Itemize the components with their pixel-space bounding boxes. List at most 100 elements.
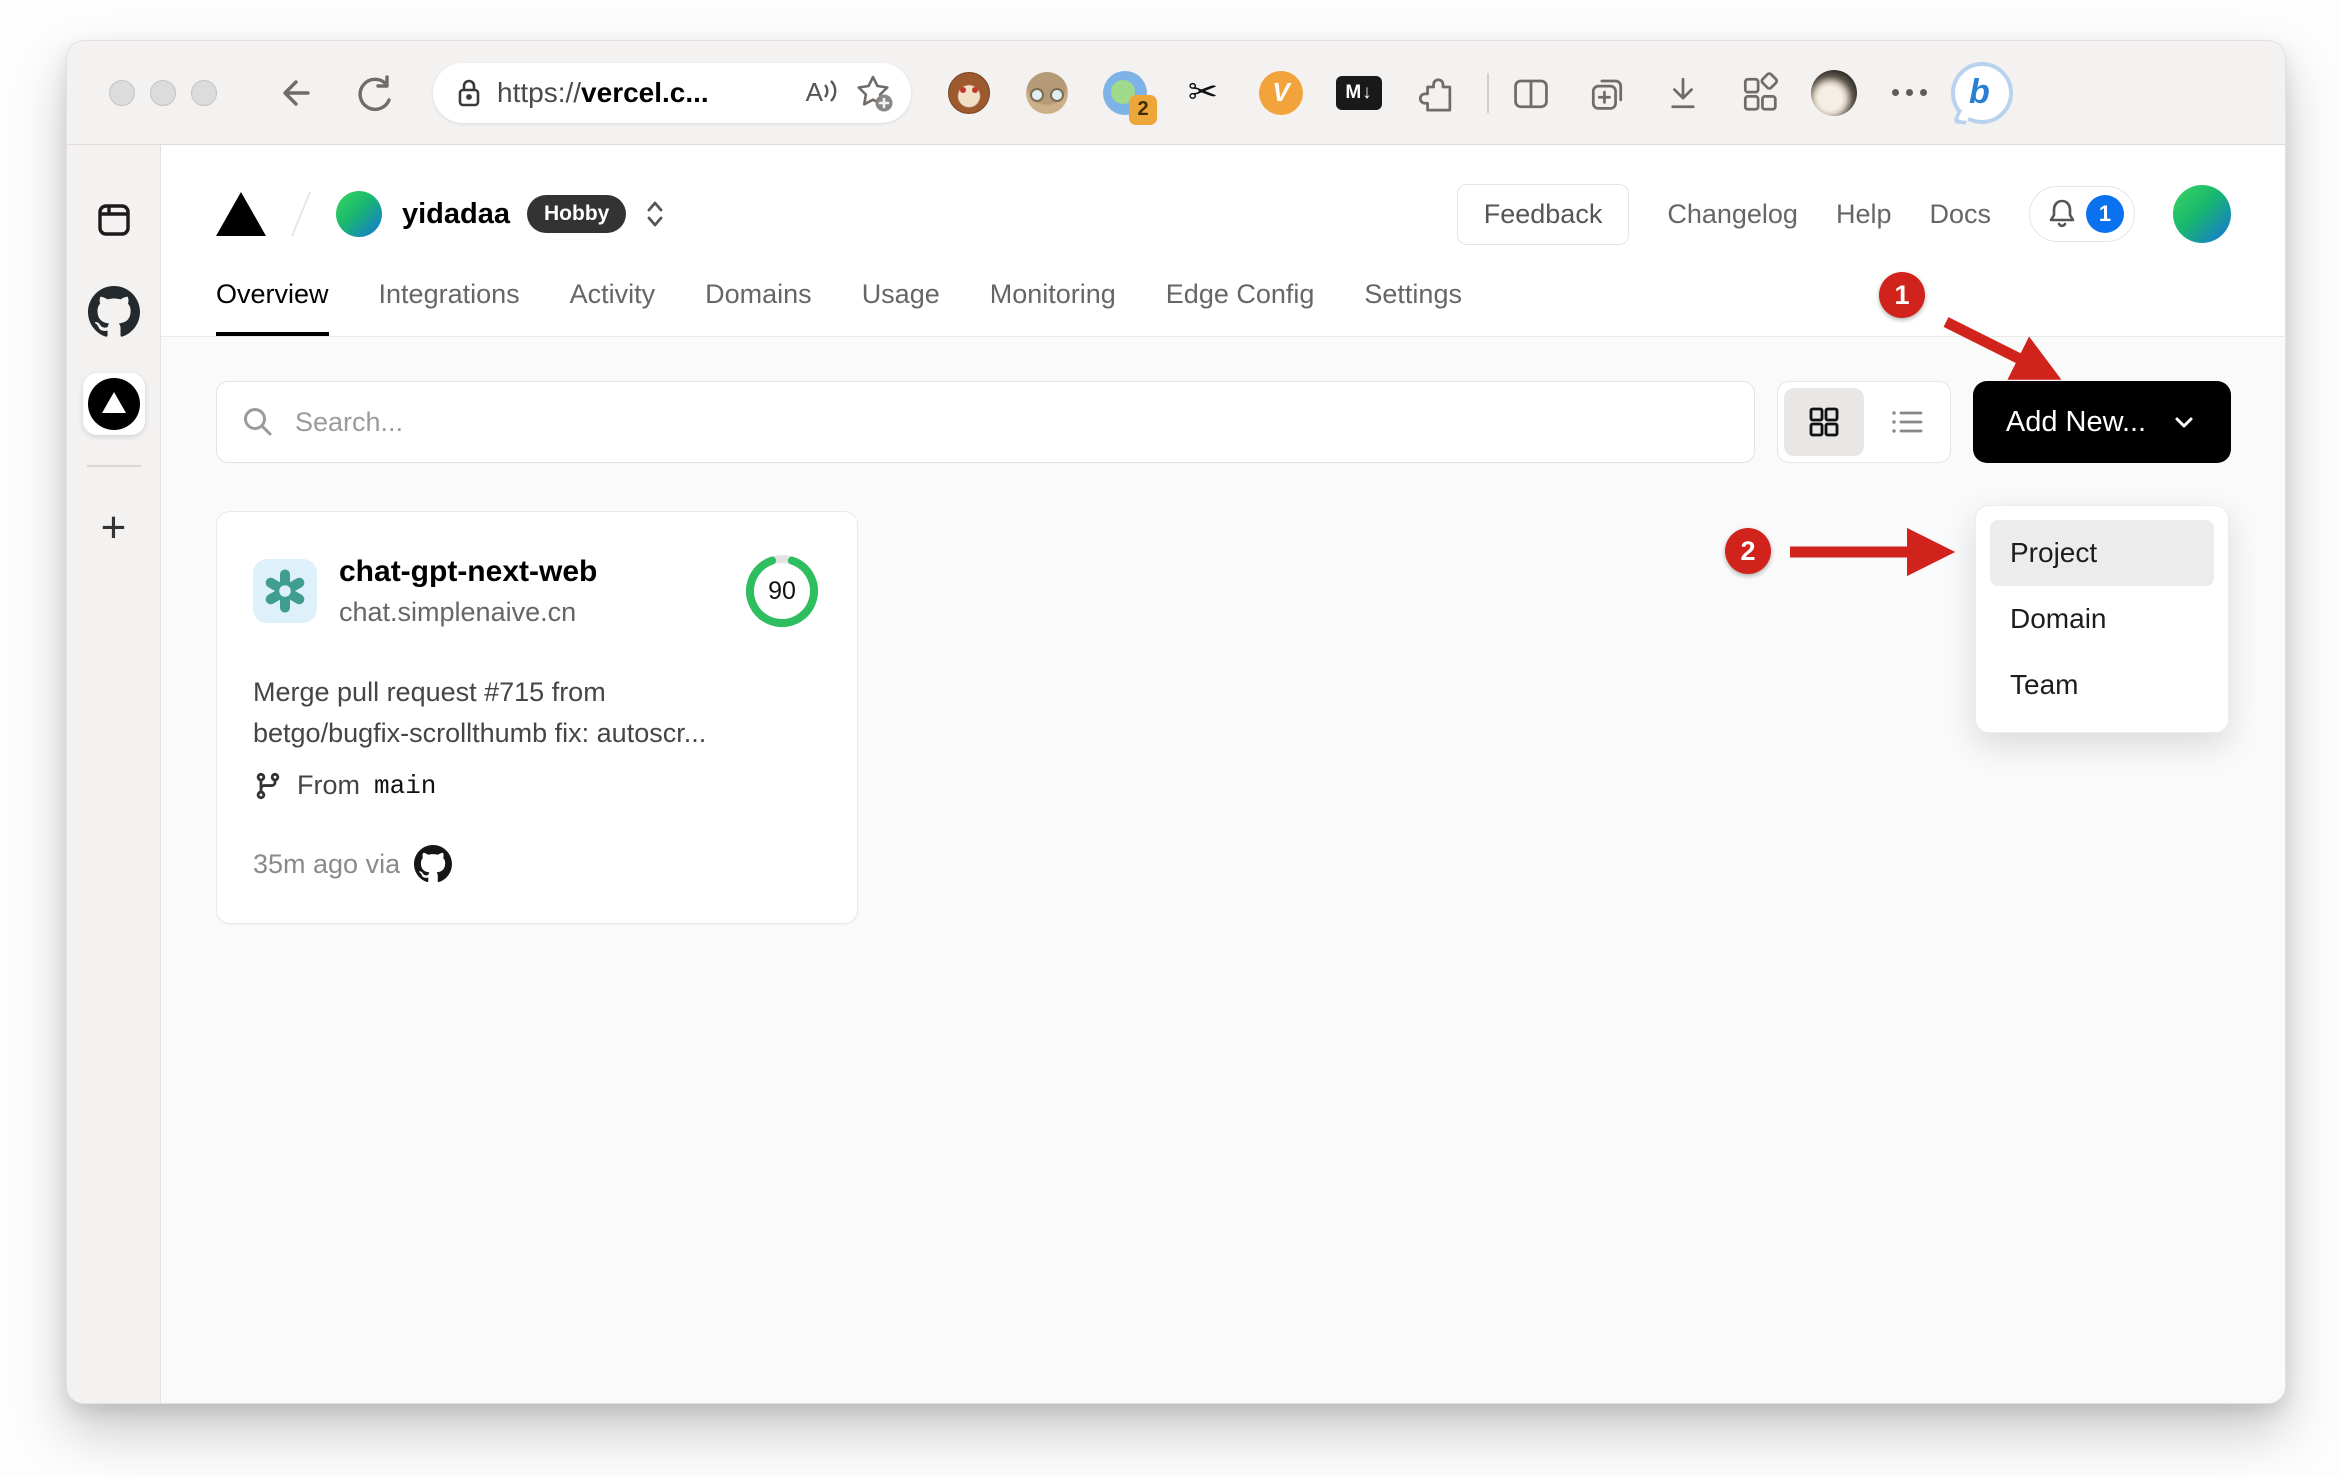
add-new-button[interactable]: Add New... [1973,381,2231,463]
reload-button[interactable] [349,69,397,117]
markdown-extension-icon[interactable]: M↓ [1335,69,1383,117]
monkey-face-icon [948,71,990,114]
browser-actions [1507,69,1933,117]
translate-extension-icon[interactable]: 2 [1101,69,1157,125]
add-new-dropdown-menu: Project Domain Team [1975,505,2229,733]
team-scope-switcher[interactable]: yidadaa Hobby [336,191,668,237]
header-actions: Feedback Changelog Help Docs 1 [1456,183,2231,245]
desktop: https://vercel.c... A 2 ✂ V M↓ b + yidad… [0,0,2342,1476]
scope-switcher-chevrons-icon [642,197,668,231]
tab-usage[interactable]: Usage [862,279,940,336]
browser-body: + yidadaa Hobby Feedback Changelog Help … [67,145,2285,1403]
menu-item-domain[interactable]: Domain [1990,586,2214,652]
bing-chat-button[interactable]: b [1949,60,2015,126]
feedback-button[interactable]: Feedback [1456,183,1630,245]
back-arrow-icon [283,79,310,106]
toolbar-divider [1487,72,1489,113]
header-top-row: yidadaa Hobby Feedback Changelog Help Do… [216,177,2231,251]
deploy-meta-row: 35m ago via [253,845,821,883]
list-view-button[interactable] [1870,388,1944,456]
branch-row: From main [253,770,821,801]
minimize-window-button[interactable] [150,79,176,106]
tab-settings[interactable]: Settings [1364,279,1462,336]
tab-panel-toggle-button[interactable] [83,189,145,251]
tab-github[interactable] [83,281,145,343]
tab-integrations[interactable]: Integrations [379,279,520,336]
monkey-extension-icon[interactable] [945,69,993,117]
search-icon [244,408,272,436]
git-branch-icon [256,772,280,799]
puzzle-icon [1418,77,1452,112]
profile-avatar[interactable] [1811,69,1857,116]
vertical-tab-bar: + [67,145,161,1403]
read-aloud-icon[interactable]: A [806,77,839,108]
tab-monitoring[interactable]: Monitoring [990,279,1116,336]
new-tab-button[interactable]: + [83,497,145,559]
from-label: From [297,770,360,800]
close-window-button[interactable] [109,79,135,106]
tab-vercel-active[interactable] [82,373,145,435]
menu-item-project[interactable]: Project [1990,520,2214,586]
more-menu-button[interactable] [1885,69,1933,117]
add-favorite-icon[interactable] [853,72,895,114]
collections-button[interactable] [1583,69,1631,117]
lock-icon [458,79,480,106]
overview-body: Add New... [161,337,2285,1403]
split-screen-button[interactable] [1507,69,1555,117]
view-mode-toggle [1777,381,1951,463]
bing-b-icon: b [1969,72,1990,111]
project-domain[interactable]: chat.simplenaive.cn [339,597,597,628]
analytics-score-ring[interactable]: 90 [743,552,821,630]
extensions-menu-button[interactable] [1413,69,1461,117]
score-value: 90 [768,576,796,605]
apps-launcher-button[interactable] [1735,69,1783,117]
dashboard-tabs: Overview Integrations Activity Domains U… [216,279,2231,336]
vercel-logo-icon[interactable] [216,192,266,236]
team-avatar [336,191,382,237]
person-glasses-icon [1026,71,1068,114]
tab-domains[interactable]: Domains [705,279,812,336]
download-icon [1671,77,1695,108]
split-screen-icon [1514,79,1548,108]
project-titles: chat-gpt-next-web chat.simplenaive.cn [339,555,597,628]
sidebar-panel-icon [97,204,130,236]
projects-controls-row: Add New... [216,381,2231,463]
help-link[interactable]: Help [1836,199,1892,230]
ellipsis-icon [1891,89,1927,96]
maximize-window-button[interactable] [191,79,217,106]
add-new-label: Add New... [2005,405,2147,438]
project-card-header: chat-gpt-next-web chat.simplenaive.cn 90 [253,552,821,630]
url-text: https://vercel.c... [497,76,709,108]
browser-toolbar: https://vercel.c... A 2 ✂ V M↓ b [67,41,2285,145]
search-input[interactable] [295,406,1730,438]
browser-window: https://vercel.c... A 2 ✂ V M↓ b + yidad… [66,40,2286,1404]
avatar-extension-icon[interactable] [1023,69,1071,117]
collections-add-icon [1591,79,1623,110]
tab-edge-config[interactable]: Edge Config [1166,279,1315,336]
back-button[interactable] [273,69,321,117]
docs-link[interactable]: Docs [1929,199,1991,230]
clipper-extension-icon[interactable]: ✂ [1179,69,1227,117]
tab-activity[interactable]: Activity [570,279,656,336]
team-name: yidadaa [402,197,510,230]
grid-view-button[interactable] [1784,388,1864,456]
project-search [216,381,1755,463]
notification-count-badge: 1 [2086,195,2124,233]
tab-overview[interactable]: Overview [216,279,329,336]
notifications-button[interactable]: 1 [2029,186,2135,242]
downloads-button[interactable] [1659,69,1707,117]
vercel-dashboard-page: yidadaa Hobby Feedback Changelog Help Do… [161,145,2285,1403]
github-favicon [87,286,140,337]
list-view-icon [1892,411,1923,433]
breadcrumb-slash [291,191,311,237]
project-card[interactable]: chat-gpt-next-web chat.simplenaive.cn 90 [216,511,858,924]
menu-item-team[interactable]: Team [1990,652,2214,718]
project-logo-tile [253,559,317,623]
changelog-link[interactable]: Changelog [1667,199,1798,230]
sound-waves-icon [824,80,837,102]
reload-icon [358,74,391,111]
user-avatar[interactable] [2173,185,2231,243]
project-name: chat-gpt-next-web [339,554,598,588]
v-extension-icon[interactable]: V [1257,69,1305,117]
address-bar[interactable]: https://vercel.c... A [433,62,911,123]
